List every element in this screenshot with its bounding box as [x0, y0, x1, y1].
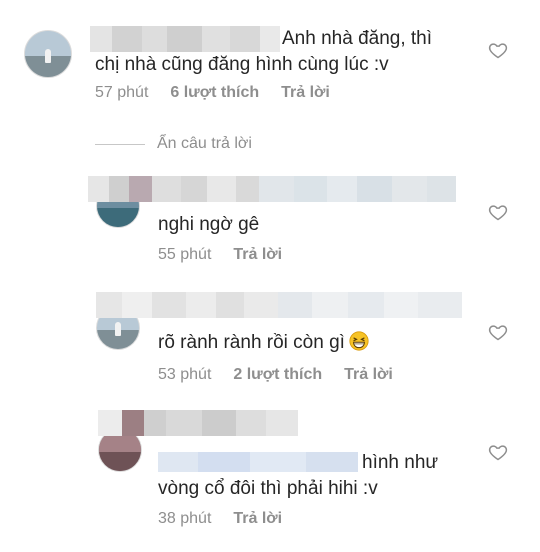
- grinning-squinting-face-icon: [349, 331, 369, 351]
- comment-meta: 57 phút 6 lượt thích Trả lời: [95, 84, 330, 102]
- hide-replies-divider: [95, 144, 145, 145]
- comment-likes[interactable]: 2 lượt thích: [233, 366, 322, 384]
- comment-text-body: rõ rành rành rồi còn gì: [158, 332, 345, 353]
- comment-text: vòng cổ đôi thì phải hihi :v: [158, 478, 378, 499]
- comment-text: nghi ngờ gê: [158, 214, 260, 235]
- reply-button[interactable]: Trả lời: [344, 366, 393, 384]
- comment-meta: 53 phút 2 lượt thích Trả lời: [158, 366, 393, 384]
- avatar[interactable]: [24, 30, 72, 78]
- reply-button[interactable]: Trả lời: [233, 246, 282, 264]
- comment-meta: 38 phút Trả lời: [158, 510, 282, 528]
- heart-icon[interactable]: [488, 202, 508, 222]
- comment-time[interactable]: 55 phút: [158, 246, 211, 264]
- comment-time[interactable]: 53 phút: [158, 366, 211, 384]
- comment-text: hình như: [362, 452, 439, 473]
- heart-icon[interactable]: [488, 322, 508, 342]
- comment-text: rõ rành rành rồi còn gì: [158, 330, 369, 355]
- reply-button[interactable]: Trả lời: [281, 84, 330, 102]
- hide-replies-link[interactable]: Ẩn câu trả lời: [157, 135, 252, 153]
- comment-time[interactable]: 57 phút: [95, 84, 148, 102]
- heart-icon[interactable]: [488, 40, 508, 60]
- comment-likes[interactable]: 6 lượt thích: [170, 84, 259, 102]
- reply-button[interactable]: Trả lời: [233, 510, 282, 528]
- heart-icon[interactable]: [488, 442, 508, 462]
- comment-meta: 55 phút Trả lời: [158, 246, 282, 264]
- blurred-username[interactable]: [96, 292, 462, 318]
- comment-text: chị nhà cũng đăng hình cùng lúc :v: [95, 54, 389, 75]
- blurred-username[interactable]: [90, 26, 280, 52]
- comment-time[interactable]: 38 phút: [158, 510, 211, 528]
- blurred-username[interactable]: [88, 176, 456, 202]
- blurred-mention[interactable]: [158, 452, 358, 472]
- blurred-username[interactable]: [98, 410, 298, 436]
- comment-text: Anh nhà đăng, thì: [282, 28, 433, 49]
